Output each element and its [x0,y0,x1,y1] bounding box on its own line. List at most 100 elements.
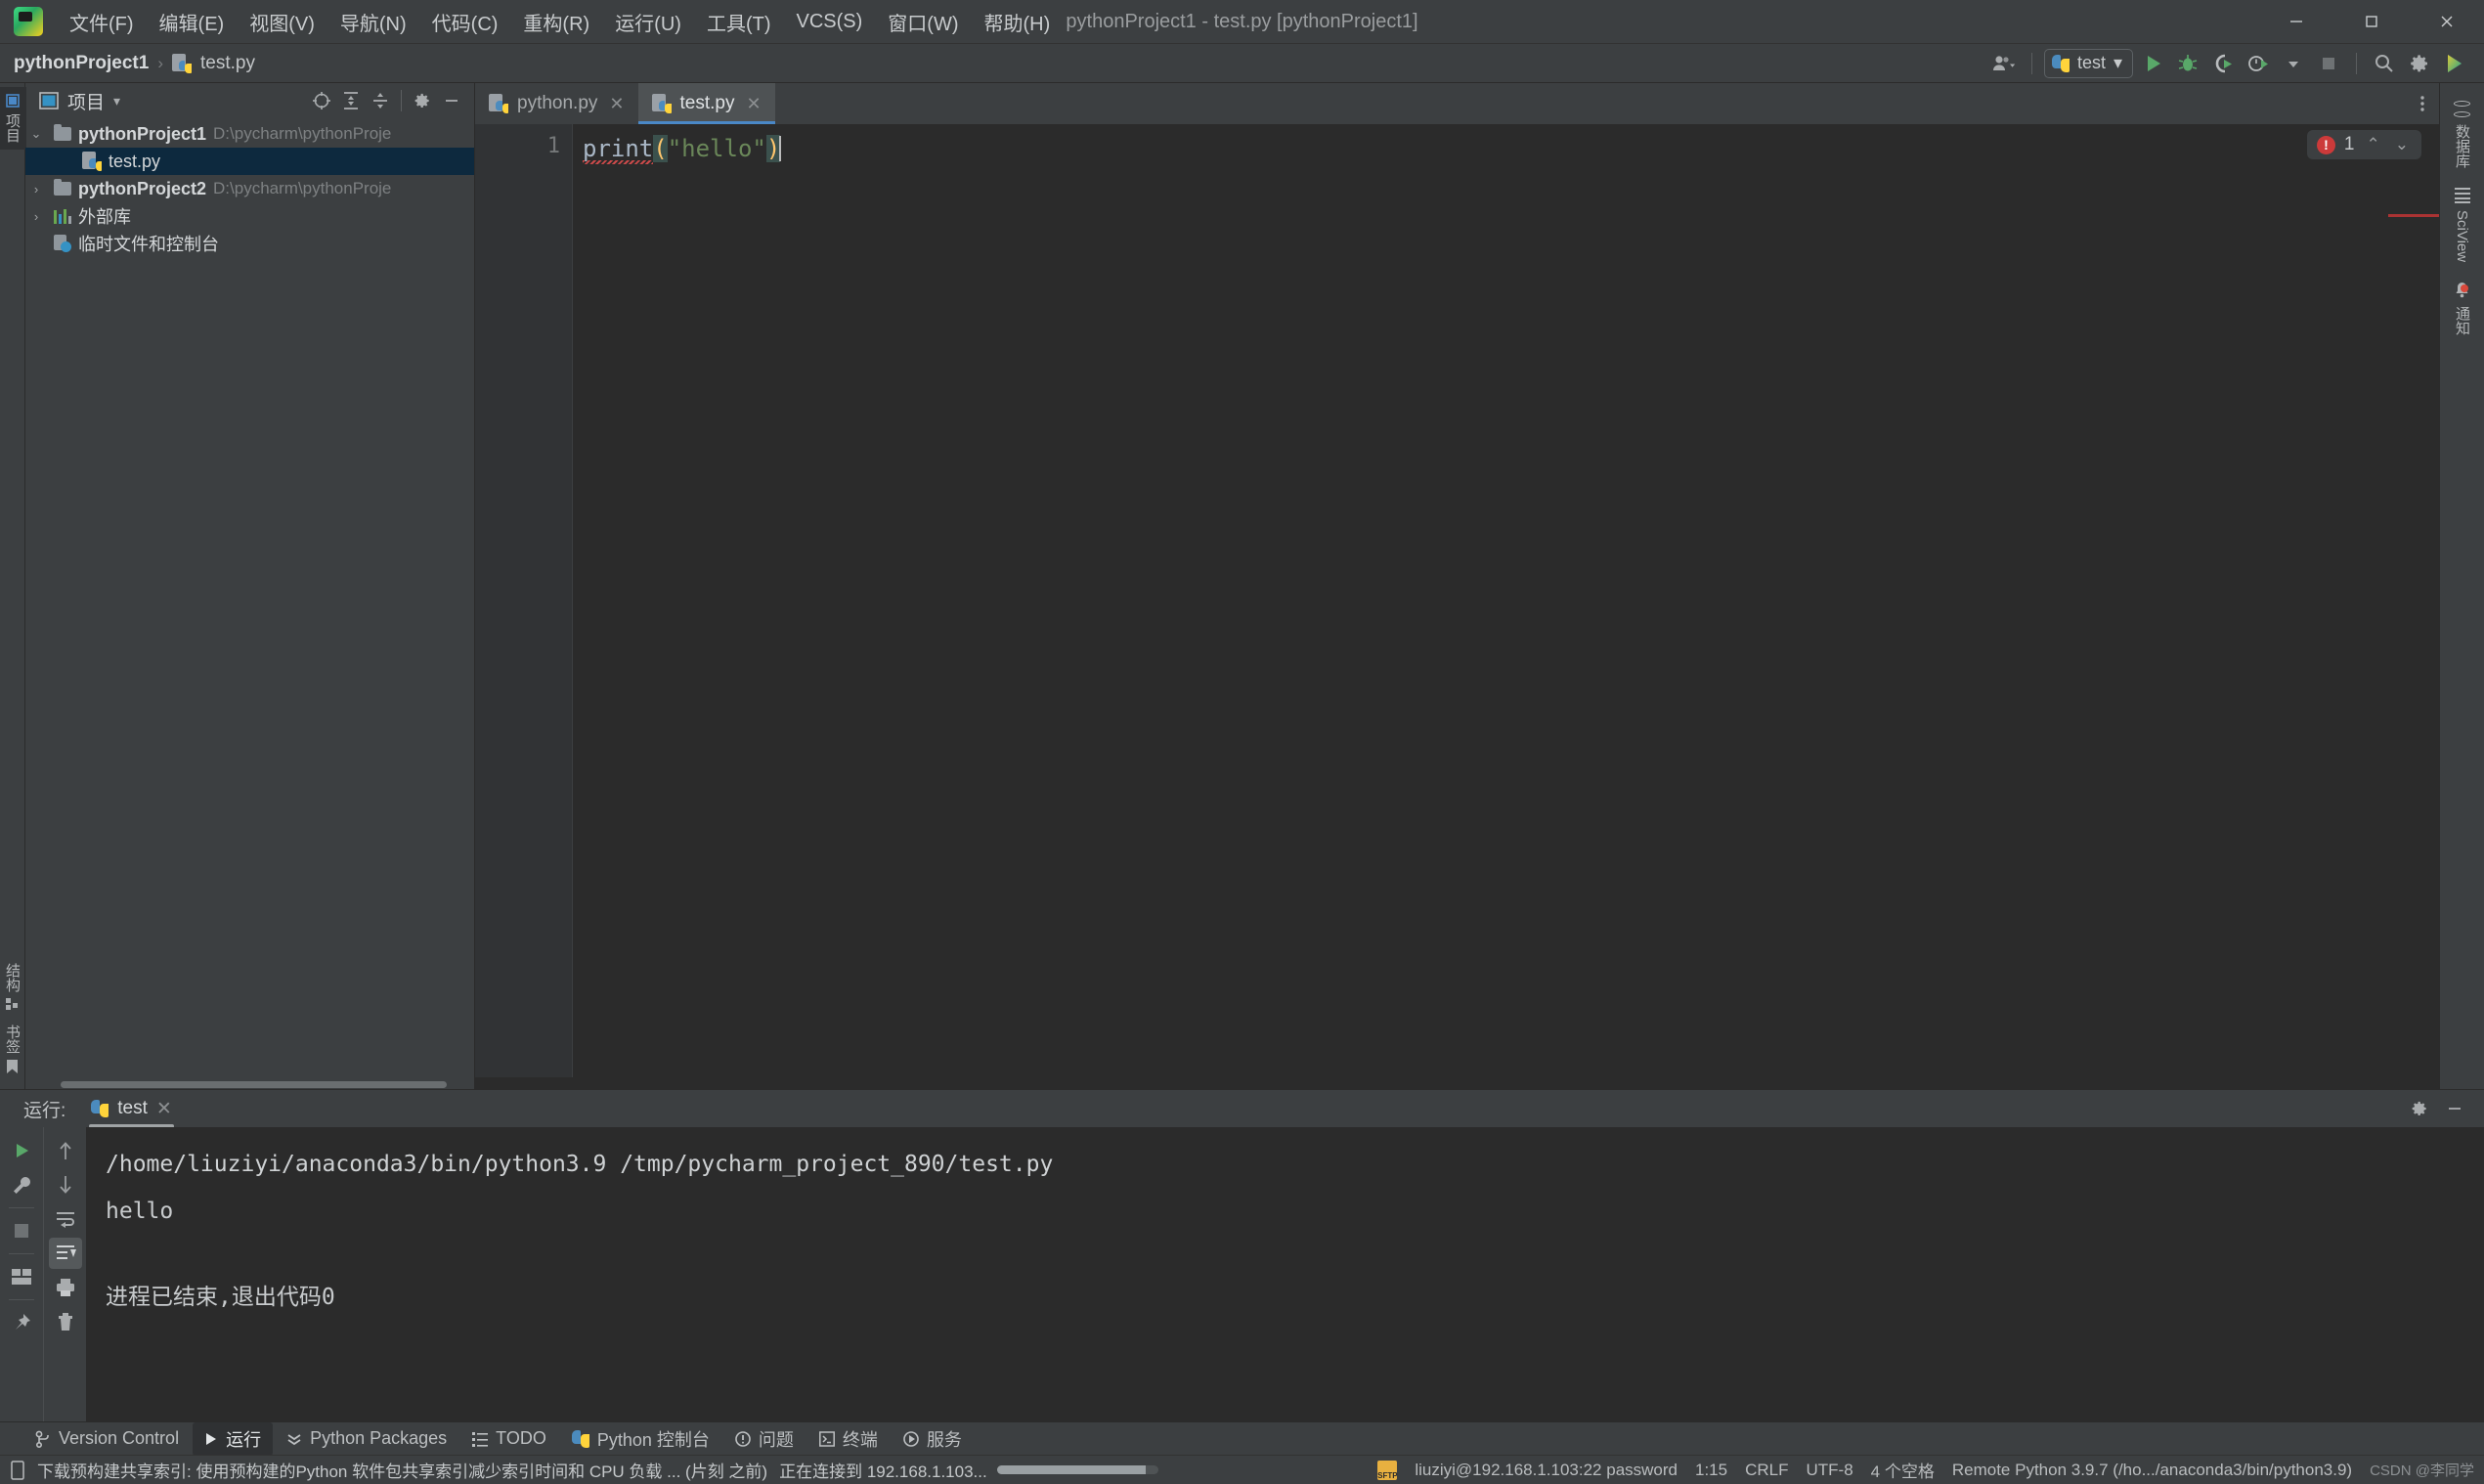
menu-refactor[interactable]: 重构(R) [510,2,602,42]
tree-row-external-libraries[interactable]: › 外部库 [25,202,474,230]
run-configuration-selector[interactable]: test ▾ [2043,48,2133,78]
sidebar-item-structure[interactable]: 结构 [0,956,26,1018]
tree-row-scratches[interactable]: 临时文件和控制台 [25,230,474,257]
scroll-to-end-icon[interactable] [48,1238,82,1269]
more-tabs-icon[interactable] [2406,83,2439,124]
status-encoding[interactable]: UTF-8 [1807,1461,1853,1480]
tree-row-pythonproject2[interactable]: › pythonProject2 D:\pycharm\pythonProje [25,175,474,202]
scrollbar-thumb[interactable] [61,1081,447,1088]
status-caret-position[interactable]: 1:15 [1695,1461,1727,1480]
tool-button-python-console[interactable]: Python 控制台 [560,1422,721,1456]
hide-panel-icon[interactable] [438,88,465,113]
close-button[interactable] [2409,0,2484,43]
editor-hscrollbar[interactable] [475,1077,2439,1089]
tool-button-version-control[interactable]: Version Control [23,1424,191,1453]
menu-edit[interactable]: 编辑(E) [147,2,238,42]
menu-help[interactable]: 帮助(H) [972,2,1064,42]
editor-tabs: python.py ✕ test.py ✕ [475,83,2439,124]
expand-all-icon[interactable] [337,88,365,113]
sidebar-item-database[interactable]: 数据库 [2447,93,2477,176]
code-editor[interactable]: 1 print("hello") ! 1 ⌃ ⌄ [475,124,2439,1077]
settings-gear-icon[interactable] [2406,1096,2433,1121]
tool-button-services[interactable]: 服务 [892,1422,974,1456]
tool-button-run[interactable]: 运行 [193,1421,274,1456]
layout-icon[interactable] [5,1261,38,1292]
search-everywhere-button[interactable] [2369,49,2400,78]
settings-gear-icon[interactable] [409,88,436,113]
menu-code[interactable]: 代码(C) [419,2,511,42]
settings-button[interactable] [2404,49,2435,78]
print-icon[interactable] [49,1272,82,1303]
toolbar-divider-2 [2356,52,2357,74]
status-line-separator[interactable]: CRLF [1745,1461,1788,1480]
tab-test-py[interactable]: test.py ✕ [637,83,775,124]
profile-button[interactable] [2243,49,2274,78]
sidebar-item-structure-label: 结构 [4,963,21,992]
chevron-down-icon[interactable]: ⌄ [25,126,47,142]
next-problem-icon[interactable]: ⌄ [2392,135,2412,154]
pin-icon[interactable] [5,1307,38,1338]
menu-window[interactable]: 窗口(W) [875,2,971,42]
tool-button-python-packages[interactable]: Python Packages [275,1424,458,1453]
stop-button[interactable] [2313,49,2344,78]
menu-vcs[interactable]: VCS(S) [784,5,876,39]
chevron-right-icon[interactable]: › [25,182,47,196]
down-arrow-icon[interactable] [49,1169,82,1200]
up-arrow-icon[interactable] [49,1135,82,1166]
sidebar-item-bookmarks[interactable]: 书签 [0,1018,26,1081]
code-content[interactable]: print("hello") [573,124,2439,1077]
ide-feedback-icon[interactable] [2439,49,2470,78]
clear-all-icon[interactable] [49,1306,82,1337]
tree-row-test-py[interactable]: test.py [25,148,474,175]
collapse-all-icon[interactable] [367,88,394,113]
tool-button-terminal[interactable]: 终端 [807,1422,890,1456]
status-indent[interactable]: 4 个空格 [1871,1458,1935,1482]
menu-run[interactable]: 运行(U) [602,2,694,42]
tool-button-todo[interactable]: TODO [460,1424,558,1453]
rerun-icon[interactable] [5,1135,38,1166]
soft-wrap-icon[interactable] [49,1203,82,1235]
tab-label: python.py [517,93,598,113]
sidebar-item-project[interactable]: 项目 [0,87,26,150]
menu-navigate[interactable]: 导航(N) [327,2,419,42]
select-opened-file-icon[interactable] [308,88,335,113]
status-interpreter[interactable]: Remote Python 3.9.7 (/ho.../anaconda3/bi… [1952,1461,2352,1480]
menu-tools[interactable]: 工具(T) [694,2,784,42]
breadcrumb-file[interactable]: test.py [200,53,255,74]
sidebar-item-sciview[interactable]: SciView [2449,180,2475,270]
run-tab-test[interactable]: test ✕ [81,1093,182,1128]
python-console-icon [571,1429,589,1448]
chevron-down-icon[interactable] [2278,49,2309,78]
menu-file[interactable]: 文件(F) [57,2,147,42]
error-marker[interactable] [2388,214,2439,217]
maximize-button[interactable] [2333,0,2409,43]
close-icon[interactable]: ✕ [609,94,624,114]
debug-button[interactable] [2172,49,2203,78]
chevron-right-icon[interactable]: › [25,209,47,224]
tool-button-problems[interactable]: 问题 [723,1422,806,1456]
stop-icon[interactable] [5,1215,38,1246]
wrench-icon[interactable] [5,1169,38,1200]
tree-row-pythonproject1[interactable]: ⌄ pythonProject1 D:\pycharm\pythonProje [25,120,474,148]
structure-icon [6,998,18,1010]
console-output[interactable]: /home/liuziyi/anaconda3/bin/python3.9 /t… [86,1127,2484,1421]
previous-problem-icon[interactable]: ⌃ [2364,135,2383,154]
menu-view[interactable]: 视图(V) [237,2,327,42]
close-icon[interactable]: ✕ [746,94,761,114]
inspection-status-badge[interactable]: ! 1 ⌃ ⌄ [2306,130,2421,159]
sftp-icon[interactable]: SFTP [1377,1460,1398,1480]
watermark: CSDN @李同学 [2370,1462,2474,1479]
user-account-button[interactable] [1988,49,2020,78]
breadcrumb-project[interactable]: pythonProject1 [14,53,149,74]
project-panel-hscrollbar[interactable] [25,1079,474,1089]
chevron-down-icon[interactable]: ▾ [113,93,120,109]
run-button[interactable] [2137,49,2168,78]
tab-python-py[interactable]: python.py ✕ [475,83,638,124]
minimize-button[interactable] [2258,0,2333,43]
run-with-coverage-button[interactable] [2207,49,2239,78]
services-icon [903,1430,919,1447]
hide-panel-icon[interactable] [2441,1096,2468,1121]
close-icon[interactable]: ✕ [156,1098,172,1120]
sidebar-item-notifications[interactable]: 通知 [2447,274,2477,343]
status-connection[interactable]: liuziyi@192.168.1.103:22 password [1415,1461,1678,1480]
